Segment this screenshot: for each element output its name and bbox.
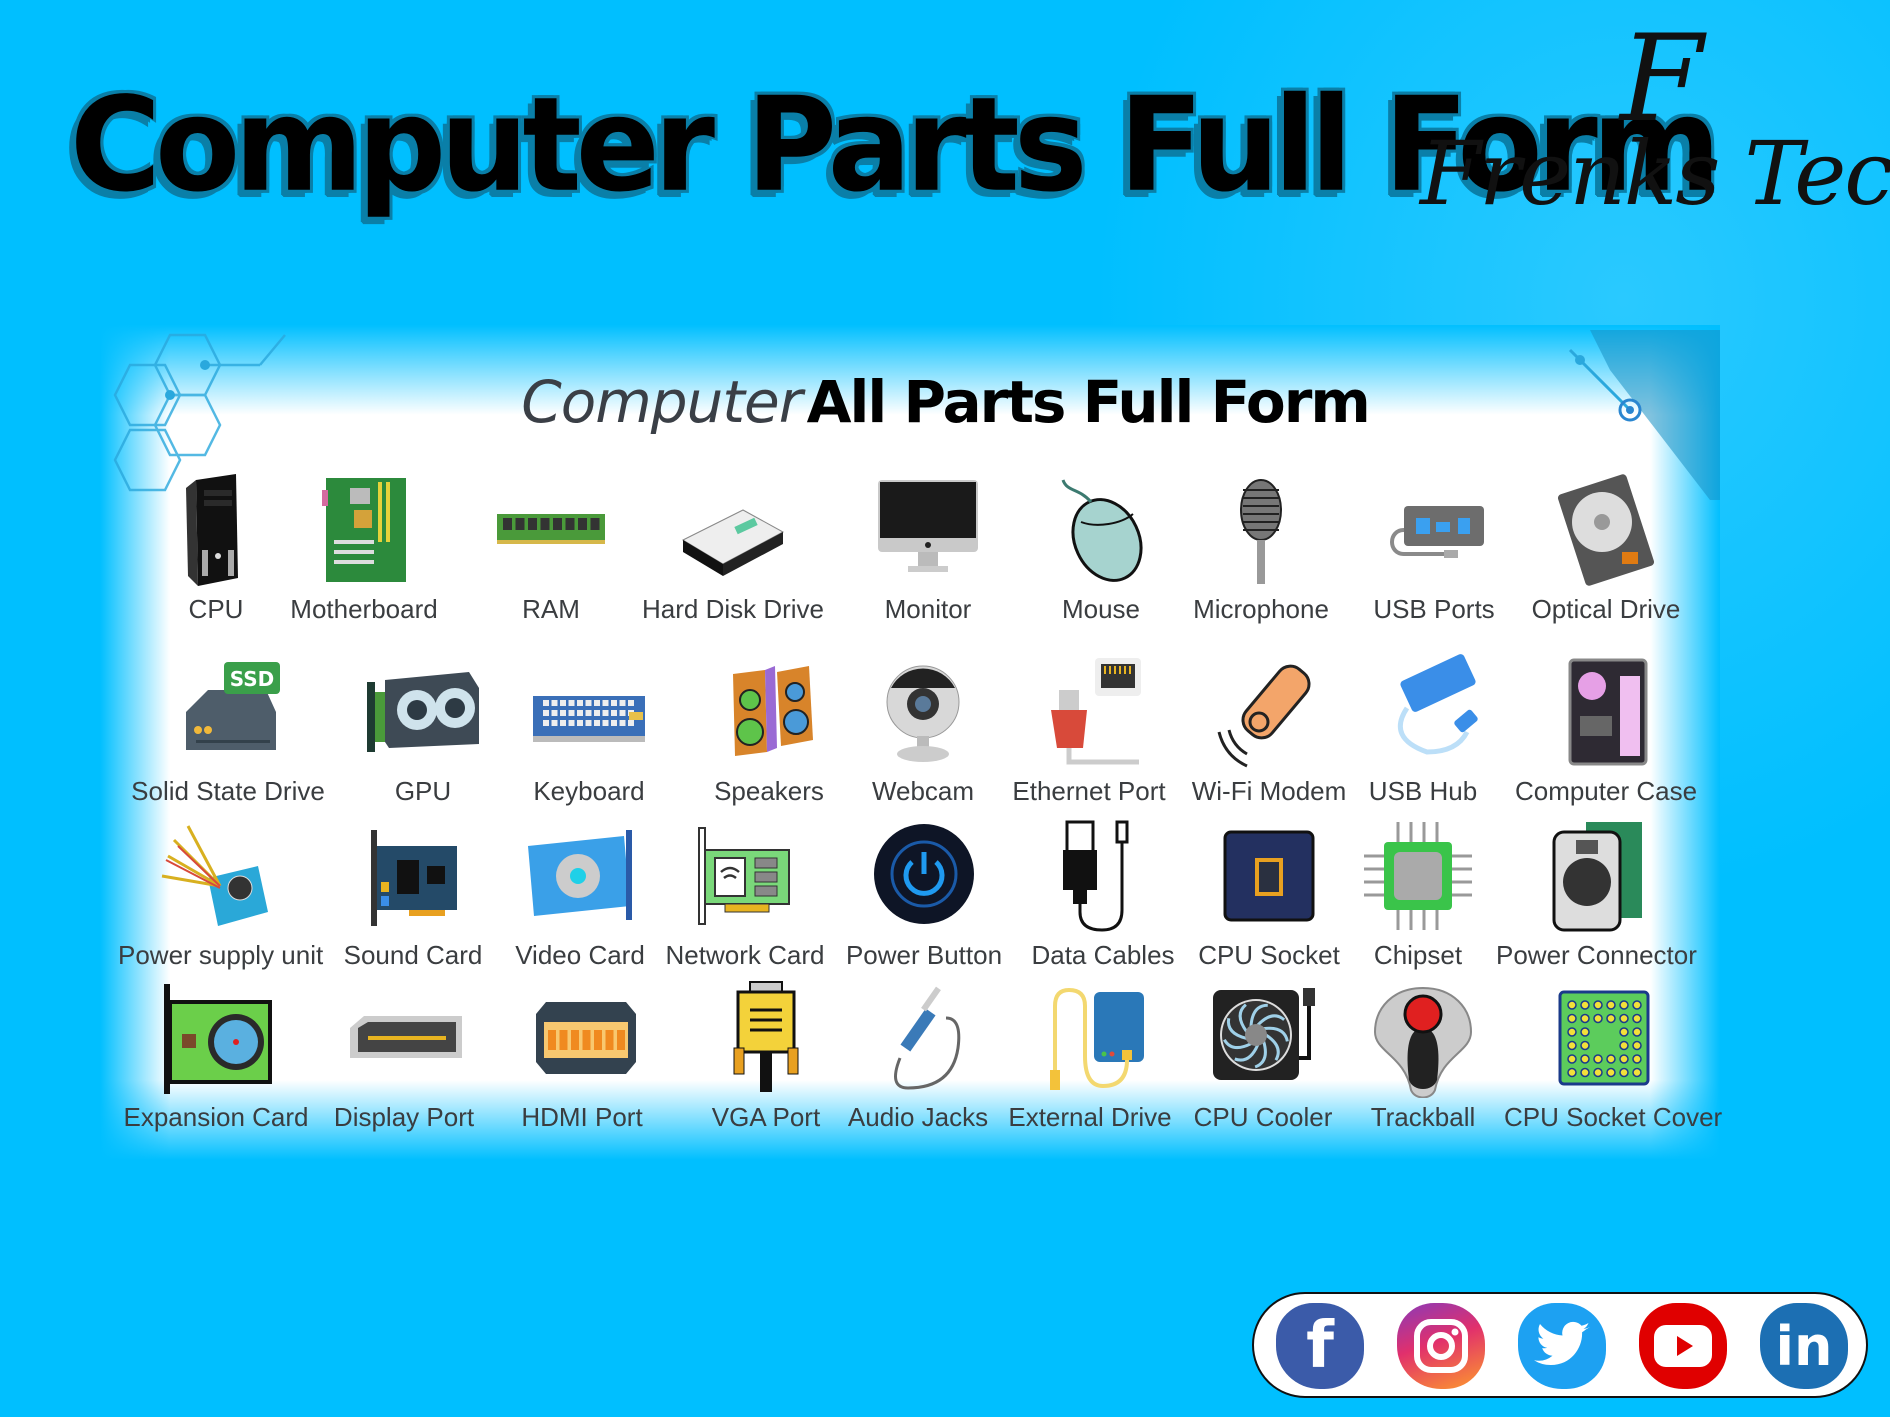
instagram-icon[interactable] — [1397, 1303, 1485, 1389]
keyboard-icon — [533, 696, 645, 742]
ram-icon — [497, 514, 605, 544]
part-label: Motherboard — [290, 594, 438, 624]
part-label: Solid State Drive — [131, 776, 325, 806]
youtube-glyph — [1654, 1325, 1712, 1367]
facebook-icon[interactable]: f — [1276, 1303, 1364, 1389]
chipset-icon — [1364, 822, 1472, 930]
part-item: External Drive — [990, 978, 1190, 1133]
power-button-icon — [874, 824, 974, 924]
twitter-glyph — [1534, 1321, 1590, 1366]
speakers-icon — [733, 666, 813, 756]
ssd-icon: SSD — [186, 662, 280, 750]
part-label: External Drive — [1008, 1102, 1172, 1132]
part-label: Trackball — [1370, 1102, 1476, 1132]
part-label: Power Button — [845, 940, 1003, 970]
cpu-tower-icon — [186, 474, 238, 586]
part-label: Network Card — [665, 940, 825, 970]
hdmi-port-icon — [536, 1002, 636, 1074]
cpu-socket-icon — [1223, 830, 1315, 922]
usb-hub-icon — [1397, 654, 1478, 755]
part-item: Chipset — [1318, 816, 1518, 971]
data-cables-icon — [1063, 820, 1129, 932]
part-label: Chipset — [1373, 940, 1463, 970]
wifi-modem-icon — [1217, 664, 1311, 768]
part-item: Power Button — [824, 816, 1024, 971]
part-label: Optical Drive — [1531, 594, 1681, 624]
part-label: Hard Disk Drive — [641, 594, 825, 624]
part-label: Computer Case — [1514, 776, 1698, 806]
part-item: HDMI Port — [482, 978, 682, 1133]
part-label: Power Connector — [1496, 940, 1697, 970]
part-item: Ethernet Port — [989, 652, 1189, 807]
part-item: CPU Socket Cover — [1504, 978, 1723, 1133]
cpu-cooler-icon — [1213, 988, 1315, 1080]
part-label: CPU Socket Cover — [1504, 1102, 1723, 1132]
part-label: Display Port — [333, 1102, 475, 1132]
monitor-icon — [878, 480, 978, 572]
part-label: USB Ports — [1373, 594, 1495, 624]
webcam-icon — [886, 665, 960, 762]
power-supply-icon — [161, 825, 268, 926]
part-item: USB Hub — [1323, 652, 1523, 807]
part-label: RAM — [522, 594, 580, 624]
part-item: Optical Drive — [1506, 470, 1706, 625]
usb-ports-icon — [1390, 506, 1484, 558]
subtitle-light: Computer — [521, 368, 802, 436]
part-item: Computer Case — [1506, 652, 1706, 807]
svg-text:SSD: SSD — [230, 667, 275, 691]
vga-port-icon — [733, 981, 799, 1092]
part-item: Expansion Card — [116, 978, 316, 1133]
external-drive-icon — [1050, 987, 1144, 1090]
expansion-card-icon — [164, 984, 272, 1094]
card-subtitle: Computer All Parts Full Form — [0, 368, 1890, 436]
logo-text: Frenks Tech — [1420, 122, 1890, 225]
part-label: Monitor — [884, 594, 972, 624]
part-label: Keyboard — [533, 776, 645, 806]
subtitle-bold: All Parts Full Form — [806, 368, 1371, 436]
part-item: Power supply unit — [118, 816, 324, 971]
part-label: Ethernet Port — [1012, 776, 1166, 806]
audio-jack-icon — [894, 986, 961, 1090]
part-label: Audio Jacks — [847, 1102, 989, 1132]
power-connector-icon — [1552, 822, 1642, 932]
optical-drive-icon — [1557, 474, 1655, 586]
part-item: SSD Solid State Drive — [128, 652, 328, 807]
part-label: USB Hub — [1368, 776, 1478, 806]
ethernet-port-icon — [1051, 658, 1141, 765]
part-label: HDMI Port — [521, 1102, 643, 1132]
part-item: Power Connector — [1496, 816, 1697, 971]
part-item: Keyboard — [489, 652, 689, 807]
video-card-icon — [528, 830, 632, 920]
part-item: Audio Jacks — [818, 978, 1018, 1133]
part-item: USB Ports — [1334, 470, 1534, 625]
sound-card-icon — [371, 830, 457, 926]
network-card-icon — [698, 827, 790, 925]
motherboard-icon — [322, 478, 406, 582]
hard-disk-icon — [681, 509, 785, 576]
youtube-icon[interactable] — [1639, 1303, 1727, 1389]
part-item: Network Card — [645, 816, 845, 971]
gpu-icon — [367, 672, 479, 752]
instagram-glyph — [1414, 1319, 1468, 1373]
part-item: Microphone — [1161, 470, 1361, 625]
part-item: Display Port — [304, 978, 504, 1133]
display-port-icon — [350, 1016, 462, 1058]
microphone-icon — [1240, 479, 1282, 584]
part-item: Monitor — [828, 470, 1028, 625]
twitter-icon[interactable] — [1518, 1303, 1606, 1389]
part-label: Microphone — [1193, 594, 1329, 624]
cpu-socket-cover-icon — [1558, 990, 1650, 1086]
mouse-icon — [1061, 479, 1143, 582]
linkedin-icon[interactable]: in — [1760, 1303, 1848, 1389]
computer-case-icon — [1568, 658, 1648, 766]
part-item: Trackball — [1323, 978, 1523, 1133]
part-item: Motherboard — [264, 470, 464, 625]
part-label: Expansion Card — [123, 1102, 309, 1132]
part-label: Power supply unit — [118, 940, 324, 970]
trackball-icon — [1373, 986, 1473, 1098]
part-item: RAM — [451, 470, 651, 625]
social-bar: f in — [1252, 1292, 1868, 1398]
part-item: Hard Disk Drive — [633, 470, 833, 625]
brand-logo[interactable]: F Frenks Tech — [1420, 20, 1890, 240]
